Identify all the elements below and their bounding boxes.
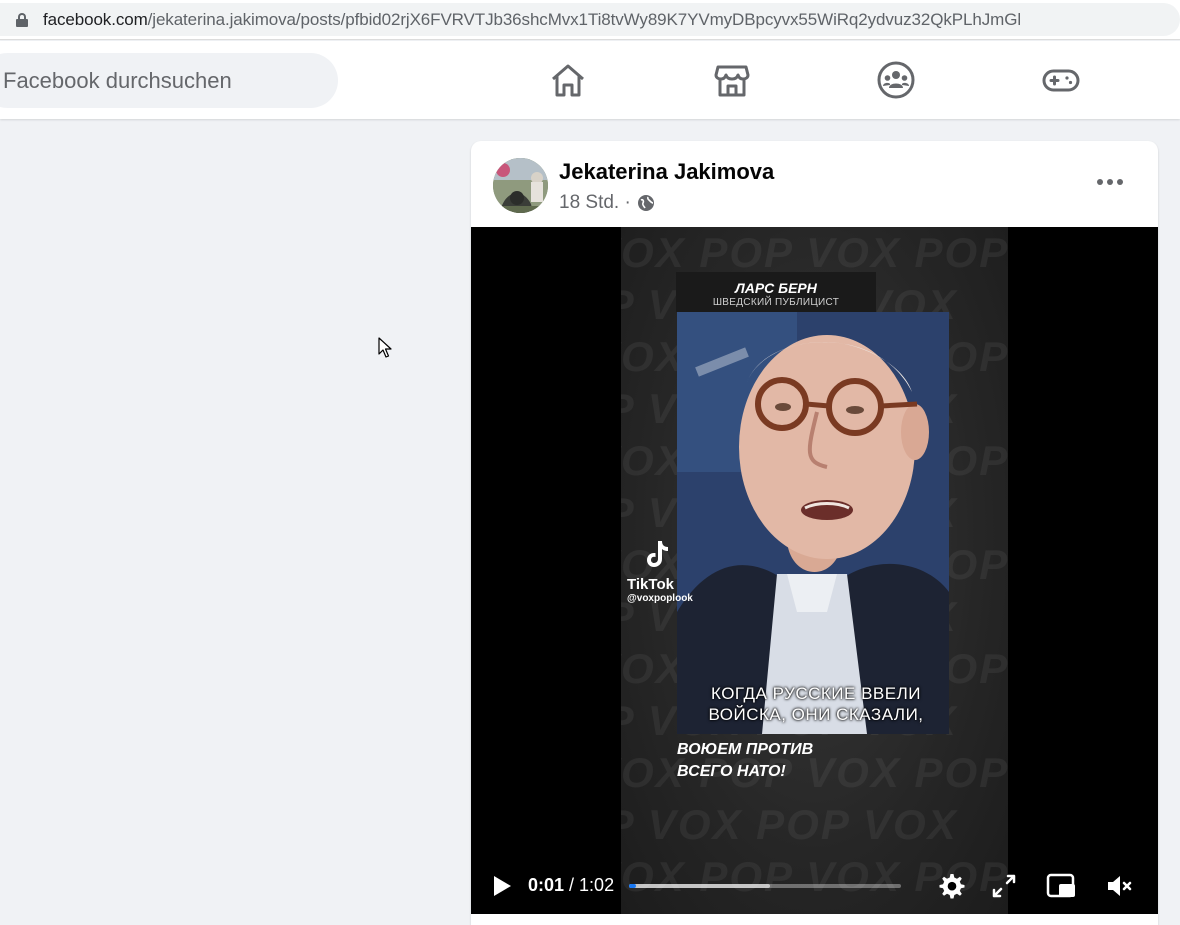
fullscreen-icon[interactable] — [989, 871, 1019, 901]
speaker-role: ШВЕДСКИЙ ПУБЛИЦИСТ — [712, 297, 840, 308]
globe-icon[interactable] — [637, 194, 655, 212]
play-icon[interactable] — [491, 874, 513, 898]
video-subtitle: КОГДА РУССКИЕ ВВЕЛИ ВОЙСКА, ОНИ СКАЗАЛИ, — [661, 683, 971, 725]
tiktok-watermark: TikTok @voxpoplook — [627, 539, 693, 604]
tiktok-handle: @voxpoplook — [627, 593, 693, 604]
time-separator: / — [564, 875, 580, 895]
speaker-name: ЛАРС БЕРН — [735, 280, 817, 296]
video-frame: VOX POP VOX POP POP VOX POP VOX VOX POP … — [621, 227, 1008, 914]
more-options-button[interactable] — [1090, 169, 1130, 195]
progress-bar[interactable] — [629, 884, 901, 888]
speaker-photo — [677, 312, 949, 734]
more-dots-icon — [1097, 179, 1103, 185]
post-author[interactable]: Jekaterina Jakimova — [559, 159, 774, 185]
url-host: facebook.com — [43, 9, 148, 29]
volume-muted-icon[interactable] — [1105, 871, 1135, 901]
video-quote: ВОЮЕМ ПРОТИВ ВСЕГО НАТО! — [677, 739, 813, 783]
lock-icon[interactable] — [16, 12, 28, 27]
video-player[interactable]: VOX POP VOX POP POP VOX POP VOX VOX POP … — [471, 227, 1158, 914]
groups-icon[interactable] — [877, 61, 915, 99]
gaming-icon[interactable] — [1042, 61, 1080, 99]
search-input[interactable] — [0, 53, 338, 108]
avatar[interactable] — [493, 158, 548, 213]
meta-separator: · — [624, 192, 631, 213]
browser-address-bar: facebook.com/jekaterina.jakimova/posts/p… — [0, 0, 1180, 40]
progress-played — [629, 884, 636, 888]
subtitle-line-1: КОГДА РУССКИЕ ВВЕЛИ — [711, 684, 921, 703]
mouse-cursor-icon — [378, 337, 392, 359]
post-meta: 18 Std. · — [559, 192, 655, 214]
speaker-name-box: ЛАРС БЕРН ШВЕДСКИЙ ПУБЛИЦИСТ — [676, 272, 876, 312]
marketplace-icon[interactable] — [713, 61, 751, 99]
tiktok-icon — [647, 541, 668, 567]
picture-in-picture-icon[interactable] — [1046, 871, 1076, 901]
duration: 1:02 — [579, 875, 615, 895]
subtitle-line-2: ВОЙСКА, ОНИ СКАЗАЛИ, — [708, 705, 924, 724]
progress-buffered — [629, 884, 771, 888]
facebook-header — [0, 41, 1180, 119]
post-card: Jekaterina Jakimova 18 Std. · VOX POP VO… — [471, 141, 1158, 925]
quote-line-2: ВСЕГО НАТО! — [677, 763, 786, 780]
tiktok-wordmark: TikTok — [627, 576, 674, 593]
video-controls: 0:01 / 1:02 — [471, 861, 1158, 911]
quote-line-1: ВОЮЕМ ПРОТИВ — [677, 741, 814, 758]
post-time[interactable]: 18 Std. — [559, 192, 619, 214]
home-icon[interactable] — [549, 61, 587, 99]
current-time: 0:01 — [528, 875, 565, 895]
url-path: /jekaterina.jakimova/posts/pfbid02rjX6FV… — [147, 9, 1021, 29]
url-field[interactable]: facebook.com/jekaterina.jakimova/posts/p… — [0, 3, 1180, 36]
time-display: 0:01 / 1:02 — [528, 875, 614, 896]
gear-icon[interactable] — [936, 871, 966, 901]
url-text[interactable]: facebook.com/jekaterina.jakimova/posts/p… — [43, 10, 1021, 30]
